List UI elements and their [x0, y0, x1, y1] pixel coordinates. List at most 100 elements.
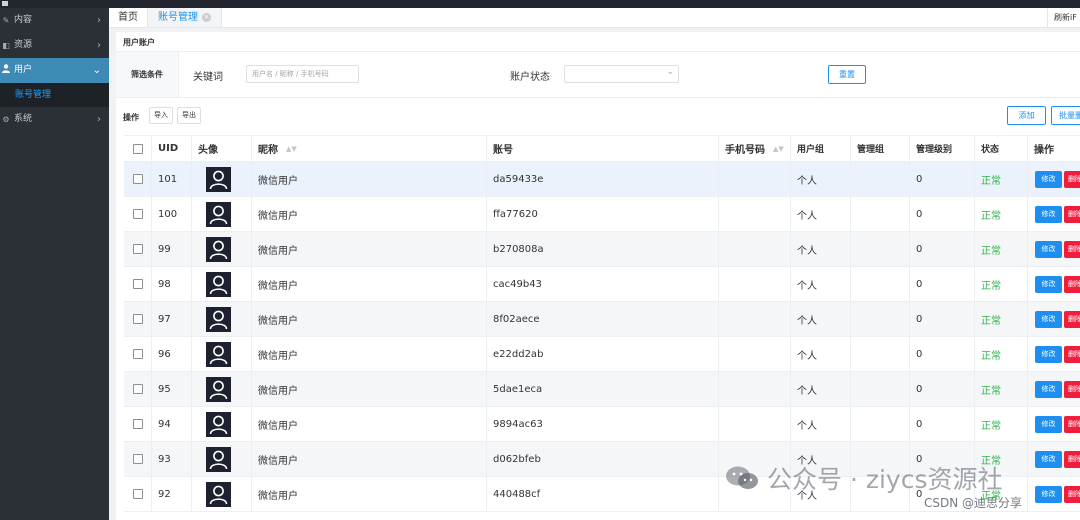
checkbox-cell	[124, 302, 152, 336]
select-all-checkbox[interactable]	[132, 143, 143, 154]
account-cell: d062bfeb	[487, 442, 719, 476]
delete-button[interactable]: 删除	[1064, 380, 1080, 398]
checkbox-cell	[124, 337, 152, 371]
phone-cell	[719, 197, 791, 231]
table-row[interactable]: 100 微信用户 ffa77620 个人 0 正常 修改 删除	[124, 197, 1080, 232]
sidebar-item-user[interactable]: 用户 ⌄	[0, 58, 109, 83]
keyword-label: 关键词	[193, 72, 223, 83]
close-icon[interactable]: ×	[202, 13, 211, 22]
phone-cell	[719, 267, 791, 301]
avatar	[206, 341, 231, 367]
nickname-cell: 微信用户	[252, 197, 487, 231]
header-account: 账号	[487, 136, 719, 161]
header-phone[interactable]: 手机号码 ▲▼	[719, 136, 791, 161]
account-cell: 9894ac63	[487, 407, 719, 441]
op-cell: 修改 删除	[1028, 162, 1080, 196]
phone-cell	[719, 302, 791, 336]
header-checkbox-cell	[124, 136, 152, 161]
table-row[interactable]: 94 微信用户 9894ac63 个人 0 正常 修改 删除	[124, 407, 1080, 442]
add-button[interactable]: 添加	[1007, 106, 1046, 125]
filter-label: 筛选条件	[116, 52, 179, 97]
delete-button[interactable]: 删除	[1064, 205, 1080, 223]
refresh-button[interactable]: 刷新iF	[1047, 8, 1080, 27]
phone-cell	[719, 407, 791, 441]
watermark-text: 公众号 · ziycs资源社	[767, 465, 1003, 494]
delete-button[interactable]: 删除	[1064, 170, 1080, 188]
edit-button[interactable]: 修改	[1035, 345, 1062, 363]
edit-button[interactable]: 修改	[1035, 450, 1062, 468]
delete-button[interactable]: 删除	[1064, 415, 1080, 433]
table-row[interactable]: 97 微信用户 8f02aece 个人 0 正常 修改 删除	[124, 302, 1080, 337]
manage-group-cell	[851, 337, 910, 371]
op-cell: 修改 删除	[1028, 302, 1080, 336]
row-checkbox[interactable]	[132, 244, 143, 254]
edit-button[interactable]: 修改	[1035, 205, 1062, 223]
delete-button[interactable]: 删除	[1064, 485, 1080, 503]
edit-button[interactable]: 修改	[1035, 380, 1062, 398]
row-checkbox[interactable]	[132, 419, 143, 429]
op-cell: 修改 删除	[1028, 407, 1080, 441]
row-checkbox[interactable]	[132, 279, 143, 289]
sidebar-item-system[interactable]: ⚙ 系统 ›	[0, 107, 109, 132]
uid-cell: 98	[152, 267, 192, 301]
edit-button[interactable]: 修改	[1035, 275, 1062, 293]
header-nickname[interactable]: 昵称 ▲▼	[252, 136, 487, 161]
row-checkbox[interactable]	[132, 384, 143, 394]
edit-button[interactable]: 修改	[1035, 170, 1062, 188]
checkbox-cell	[124, 162, 152, 196]
content-panel: 用户账户 筛选条件 关键词 账户状态 ⌄ 重置 操作 导入 导出 添加 批量删除…	[116, 32, 1080, 520]
checkbox-cell	[124, 232, 152, 266]
avatar	[206, 446, 231, 472]
table-row[interactable]: 99 微信用户 b270808a 个人 0 正常 修改 删除	[124, 232, 1080, 267]
row-checkbox[interactable]	[132, 454, 143, 464]
reset-button[interactable]: 重置	[828, 65, 866, 84]
edit-button[interactable]: 修改	[1035, 415, 1062, 433]
manage-level-cell: 0	[910, 232, 975, 266]
avatar-cell	[192, 407, 252, 441]
row-checkbox[interactable]	[132, 314, 143, 324]
delete-button[interactable]: 删除	[1064, 450, 1080, 468]
status-select[interactable]: ⌄	[564, 65, 679, 83]
batch-delete-button[interactable]: 批量删除	[1051, 106, 1080, 125]
table-row[interactable]: 101 微信用户 da59433e 个人 0 正常 修改 删除	[124, 162, 1080, 197]
table-header: UID 头像 昵称 ▲▼ 账号 手机号码 ▲▼ 用户组 管理组 管理级别 状态 操作	[124, 135, 1080, 162]
account-cell: e22dd2ab	[487, 337, 719, 371]
manage-group-cell	[851, 197, 910, 231]
delete-button[interactable]: 删除	[1064, 240, 1080, 258]
chevron-down-icon: ⌄	[92, 65, 101, 76]
edit-button[interactable]: 修改	[1035, 485, 1062, 503]
account-cell: ffa77620	[487, 197, 719, 231]
phone-cell	[719, 232, 791, 266]
avatar-cell	[192, 442, 252, 476]
nickname-cell: 微信用户	[252, 267, 487, 301]
keyword-input[interactable]	[246, 65, 359, 83]
delete-button[interactable]: 删除	[1064, 275, 1080, 293]
tab-account-manage[interactable]: 账号管理 ×	[148, 8, 222, 27]
edit-button[interactable]: 修改	[1035, 310, 1062, 328]
row-checkbox[interactable]	[132, 209, 143, 219]
export-button[interactable]: 导出	[177, 107, 201, 124]
table-row[interactable]: 96 微信用户 e22dd2ab 个人 0 正常 修改 删除	[124, 337, 1080, 372]
op-cell: 修改 删除	[1028, 337, 1080, 371]
sidebar-subitem-account-manage[interactable]: 账号管理	[0, 83, 109, 107]
table-row[interactable]: 95 微信用户 5dae1eca 个人 0 正常 修改 删除	[124, 372, 1080, 407]
phone-cell	[719, 337, 791, 371]
delete-button[interactable]: 删除	[1064, 345, 1080, 363]
user-group-cell: 个人	[791, 162, 851, 196]
row-checkbox[interactable]	[132, 489, 143, 499]
edit-button[interactable]: 修改	[1035, 240, 1062, 258]
row-checkbox[interactable]	[132, 349, 143, 359]
sort-icon: ▲▼	[773, 144, 784, 153]
row-checkbox[interactable]	[132, 174, 143, 184]
checkbox-cell	[124, 442, 152, 476]
sidebar-item-content[interactable]: ✎ 内容 ›	[0, 8, 109, 33]
tab-home[interactable]: 首页	[109, 8, 148, 27]
import-button[interactable]: 导入	[149, 107, 173, 124]
op-cell: 修改 删除	[1028, 197, 1080, 231]
table-row[interactable]: 98 微信用户 cac49b43 个人 0 正常 修改 删除	[124, 267, 1080, 302]
manage-group-cell	[851, 267, 910, 301]
uid-cell: 101	[152, 162, 192, 196]
delete-button[interactable]: 删除	[1064, 310, 1080, 328]
sidebar-item-resource[interactable]: ◧ 资源 ›	[0, 33, 109, 58]
filter-bar: 筛选条件 关键词 账户状态 ⌄ 重置	[116, 51, 1080, 98]
